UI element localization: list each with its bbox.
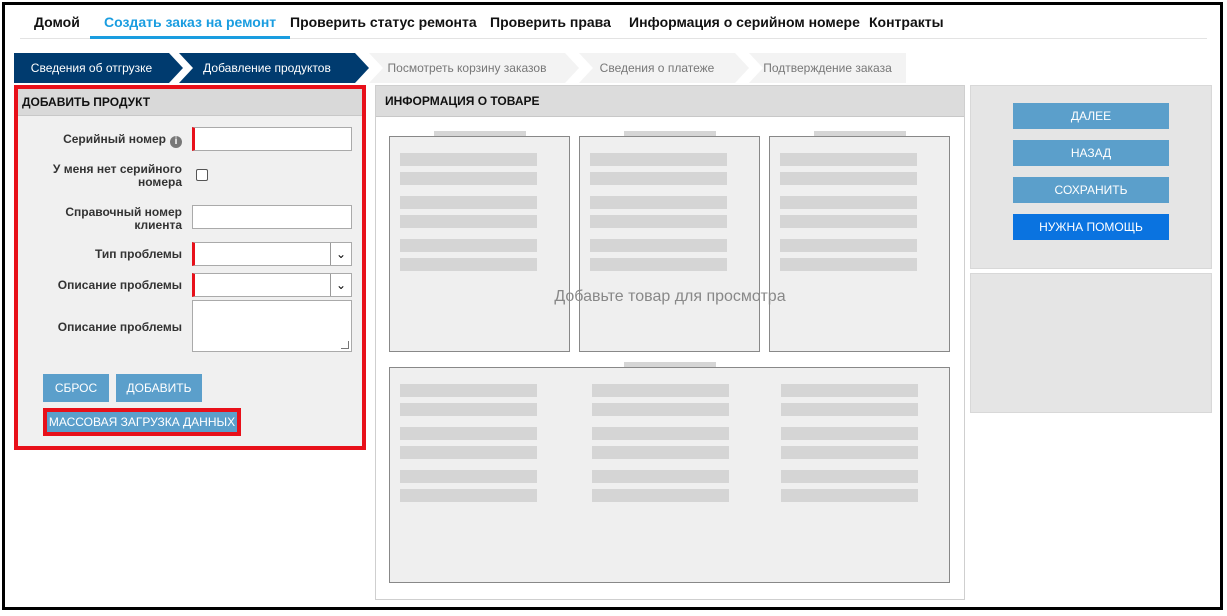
customer-ref-input[interactable] <box>192 205 352 229</box>
nav-check-rights[interactable]: Проверить права <box>490 14 611 30</box>
placeholder-line <box>400 403 537 416</box>
chevron-down-icon: ⌄ <box>330 274 351 296</box>
next-button[interactable]: ДАЛЕЕ <box>1013 103 1169 129</box>
problem-description-text-label: Описание проблемы <box>57 320 182 334</box>
problem-description-select[interactable]: ⌄ <box>192 273 352 297</box>
step-arrow <box>169 53 183 83</box>
add-button[interactable]: ДОБАВИТЬ <box>116 374 202 402</box>
placeholder-line <box>590 196 727 209</box>
placeholder-line <box>780 239 917 252</box>
placeholder-line <box>400 258 537 271</box>
no-serial-label: У меня нет серийного номера <box>52 162 182 189</box>
placeholder-card-wide <box>389 367 950 583</box>
placeholder-line <box>592 427 729 440</box>
step-shipping-info[interactable]: Сведения об отгрузке <box>14 53 183 83</box>
placeholder-line <box>590 258 727 271</box>
step-arrow <box>565 53 579 83</box>
step-label: Добавление продуктов <box>203 61 331 75</box>
need-help-button[interactable]: НУЖНА ПОМОЩЬ <box>1013 214 1169 240</box>
no-serial-checkbox[interactable] <box>196 169 208 181</box>
problem-description-textarea[interactable] <box>192 300 352 352</box>
placeholder-line <box>780 196 917 209</box>
placeholder-line <box>590 239 727 252</box>
serial-number-input[interactable] <box>192 127 352 151</box>
placeholder-line <box>592 489 729 502</box>
empty-cart-message: Добавьте товар для просмотра <box>554 288 786 305</box>
step-add-products[interactable]: Добавление продуктов <box>179 53 369 83</box>
placeholder-line <box>780 258 917 271</box>
placeholder-line <box>400 153 537 166</box>
placeholder-line <box>590 172 727 185</box>
step-arrow <box>735 53 749 83</box>
placeholder-line <box>590 215 727 228</box>
step-payment-info[interactable]: Сведения о платеже <box>579 53 749 83</box>
placeholder-line <box>592 403 729 416</box>
placeholder-line <box>400 384 537 397</box>
reset-button[interactable]: СБРОС <box>43 374 109 402</box>
nav-home[interactable]: Домой <box>34 14 80 30</box>
placeholder-line <box>592 470 729 483</box>
placeholder-line <box>781 403 918 416</box>
placeholder-line <box>781 384 918 397</box>
add-product-title: ДОБАВИТЬ ПРОДУКТ <box>18 89 362 116</box>
step-label: Подтверждение заказа <box>763 61 892 75</box>
placeholder-card <box>769 136 950 352</box>
placeholder-line <box>781 489 918 502</box>
add-product-panel: ДОБАВИТЬ ПРОДУКТ Серийный номер i У меня … <box>14 85 366 450</box>
chevron-down-icon: ⌄ <box>330 243 351 265</box>
step-notch <box>749 53 763 83</box>
placeholder-line <box>592 446 729 459</box>
secondary-panel <box>970 273 1212 413</box>
back-button[interactable]: НАЗАД <box>1013 140 1169 166</box>
placeholder-line <box>400 196 537 209</box>
customer-ref-label: Справочный номер клиента <box>65 205 182 232</box>
step-label: Сведения об отгрузке <box>30 61 153 75</box>
placeholder-line <box>780 153 917 166</box>
step-notch <box>369 53 383 83</box>
serial-number-label: Серийный номер i <box>63 133 182 148</box>
step-label: Сведения о платеже <box>599 61 715 75</box>
nav-serial-info[interactable]: Информация о серийном номере <box>629 14 860 30</box>
nav-check-repair-status[interactable]: Проверить статус ремонта <box>290 14 477 30</box>
product-info-panel: ИНФОРМАЦИЯ О ТОВАРЕ Добавьте товар для п… <box>375 85 965 600</box>
placeholder-line <box>590 153 727 166</box>
placeholder-line <box>400 215 537 228</box>
top-navigation: Домой Создать заказ на ремонт Проверить … <box>20 8 1207 39</box>
placeholder-line <box>781 470 918 483</box>
step-arrow <box>355 53 369 83</box>
placeholder-card <box>579 136 760 352</box>
placeholder-line <box>400 239 537 252</box>
nav-create-repair-order[interactable]: Создать заказ на ремонт <box>90 14 291 39</box>
step-order-confirmation[interactable]: Подтверждение заказа <box>749 53 906 83</box>
placeholder-line <box>400 470 537 483</box>
placeholder-line <box>400 446 537 459</box>
placeholder-line <box>400 172 537 185</box>
problem-type-label: Тип проблемы <box>95 247 182 261</box>
step-notch <box>579 53 593 83</box>
placeholder-line <box>400 489 537 502</box>
bulk-upload-button[interactable]: МАССОВАЯ ЗАГРУЗКА ДАННЫХ <box>43 408 241 436</box>
resize-grip-icon[interactable] <box>341 341 349 349</box>
placeholder-line <box>780 172 917 185</box>
info-icon[interactable]: i <box>170 136 182 148</box>
placeholder-line <box>592 384 729 397</box>
placeholder-line <box>781 446 918 459</box>
serial-number-label-text: Серийный номер <box>63 132 166 146</box>
nav-contracts[interactable]: Контракты <box>869 14 944 30</box>
actions-panel: ДАЛЕЕ НАЗАД СОХРАНИТЬ НУЖНА ПОМОЩЬ <box>970 85 1212 269</box>
placeholder-card <box>389 136 570 352</box>
problem-description-select-label: Описание проблемы <box>57 278 182 292</box>
problem-type-select[interactable]: ⌄ <box>192 242 352 266</box>
save-button[interactable]: СОХРАНИТЬ <box>1013 177 1169 203</box>
placeholder-line <box>781 427 918 440</box>
step-label: Посмотреть корзину заказов <box>387 61 547 75</box>
product-info-title: ИНФОРМАЦИЯ О ТОВАРЕ <box>376 86 964 117</box>
placeholder-line <box>780 215 917 228</box>
step-view-cart[interactable]: Посмотреть корзину заказов <box>369 53 579 83</box>
placeholder-line <box>400 427 537 440</box>
